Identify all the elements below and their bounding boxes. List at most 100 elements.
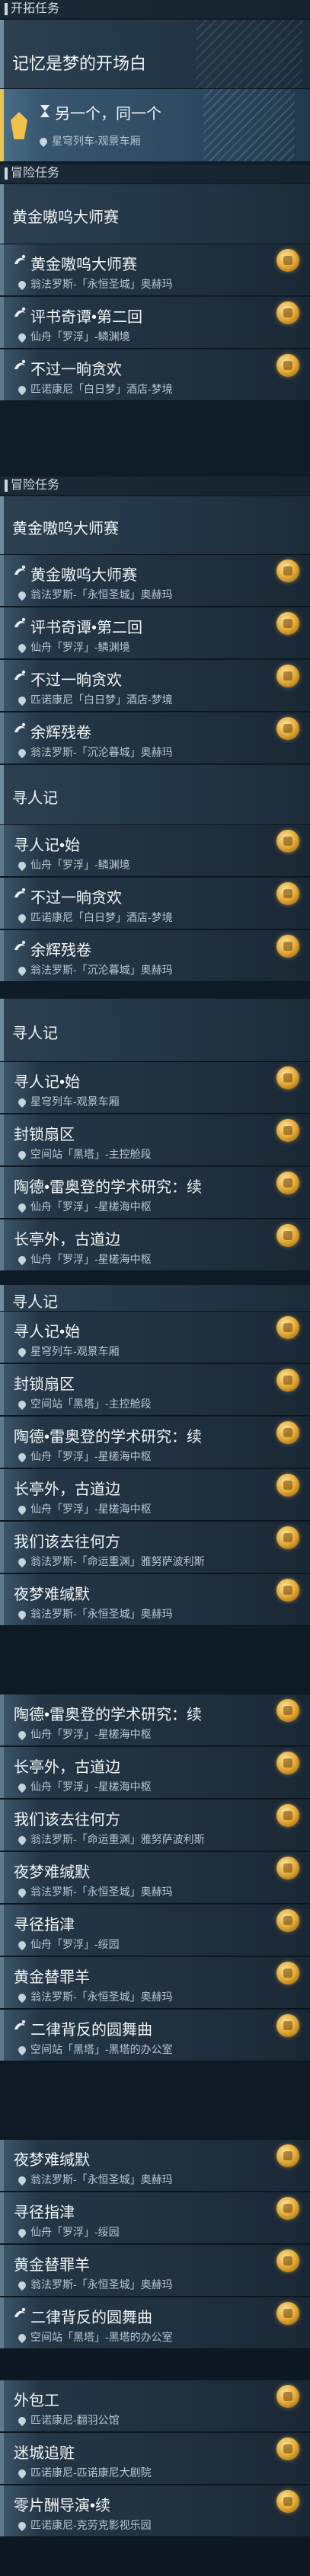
quest-card[interactable]: 封锁扇区 空间站「黑塔」-主控舱段 bbox=[0, 1364, 310, 1416]
section-header-adventure: 冒险任务 bbox=[0, 477, 310, 495]
reward-icon[interactable] bbox=[276, 2490, 299, 2513]
reward-icon[interactable] bbox=[276, 665, 299, 687]
reward-icon[interactable] bbox=[276, 2197, 299, 2220]
quest-card[interactable]: 零片酬导演•续 匹诺康尼-克劳克影视乐园 bbox=[0, 2485, 310, 2537]
reward-icon[interactable] bbox=[276, 354, 299, 377]
quest-title: 寻人记•始 bbox=[14, 837, 81, 854]
quest-card[interactable]: 陶德•雷奥登的学术研究：续 仙舟「罗浮」-星槎海中枢 bbox=[0, 1694, 310, 1746]
quest-card[interactable]: 二律背反的圆舞曲 空间站「黑塔」-黑塔的办公室 bbox=[0, 2297, 310, 2349]
quest-card[interactable]: 不过一晌贪欢 匹诺康尼「白日梦」酒店-梦境 bbox=[0, 349, 310, 401]
quest-card[interactable]: 陶德•雷奥登的学术研究：续 仙舟「罗浮」-星槎海中枢 bbox=[0, 1167, 310, 1219]
quest-title: 夜梦难缄默 bbox=[14, 1586, 90, 1603]
reward-icon[interactable] bbox=[276, 830, 299, 853]
reward-icon[interactable] bbox=[276, 1369, 299, 1392]
location-pin-icon bbox=[16, 1834, 28, 1846]
reward-icon[interactable] bbox=[276, 2385, 299, 2408]
reward-icon[interactable] bbox=[276, 1421, 299, 1444]
reward-icon[interactable] bbox=[276, 882, 299, 905]
quest-title: 封锁扇区 bbox=[14, 1127, 75, 1143]
reward-icon[interactable] bbox=[276, 2144, 299, 2167]
reward-icon[interactable] bbox=[276, 1804, 299, 1827]
quest-card[interactable]: 寻人记•始 仙舟「罗浮」-鳞渊境 bbox=[0, 825, 310, 877]
quest-card[interactable]: 迷城追赃 匹诺康尼-匹诺康尼大剧院 bbox=[0, 2433, 310, 2485]
quest-card[interactable]: 寻径指津 仙舟「罗浮」-绥园 bbox=[0, 2192, 310, 2244]
reward-icon[interactable] bbox=[276, 2302, 299, 2325]
reward-icon[interactable] bbox=[276, 2249, 299, 2272]
quest-card[interactable]: 封锁扇区 空间站「黑塔」-主控舱段 bbox=[0, 1114, 310, 1166]
reward-icon[interactable] bbox=[276, 1474, 299, 1497]
quest-card[interactable]: 长亭外，古道边 仙舟「罗浮」-星槎海中枢 bbox=[0, 1747, 310, 1799]
quest-card[interactable]: 寻人记•始 星穹列车-观景车厢 bbox=[0, 1312, 310, 1363]
quest-card[interactable]: 评书奇谭•第二回 仙舟「罗浮」-鳞渊境 bbox=[0, 297, 310, 349]
reward-icon[interactable] bbox=[276, 1066, 299, 1089]
quest-card[interactable]: 陶德•雷奥登的学术研究：续 仙舟「罗浮」-星槎海中枢 bbox=[0, 1417, 310, 1468]
quest-location: 翁法罗斯-「永恒圣城」奥赫玛 bbox=[16, 2172, 173, 2187]
reward-icon[interactable] bbox=[276, 301, 299, 324]
quest-card[interactable]: 黄金嗷呜大师赛 翁法罗斯-「永恒圣城」奥赫玛 bbox=[0, 555, 310, 607]
quest-card[interactable]: 夜梦难缄默 翁法罗斯-「永恒圣城」奥赫玛 bbox=[0, 1852, 310, 1904]
quest-card[interactable]: 二律背反的圆舞曲 空间站「黑塔」-黑塔的办公室 bbox=[0, 2010, 310, 2061]
quest-title: 评书奇谭•第二回 bbox=[30, 309, 143, 326]
location-pin-icon bbox=[16, 1886, 28, 1899]
quest-card[interactable]: 不过一晌贪欢 匹诺康尼「白日梦」酒店-梦境 bbox=[0, 660, 310, 712]
reward-icon[interactable] bbox=[276, 1224, 299, 1247]
quest-title: 封锁扇区 bbox=[14, 1376, 75, 1393]
location-pin-icon bbox=[16, 1729, 28, 1741]
reward-icon[interactable] bbox=[276, 2014, 299, 2037]
reward-icon[interactable] bbox=[276, 1316, 299, 1339]
quest-card[interactable]: 夜梦难缄默翁法罗斯-「永恒圣城」奥赫玛 bbox=[0, 1574, 310, 1626]
reward-icon[interactable] bbox=[276, 1119, 299, 1142]
reward-icon[interactable] bbox=[276, 249, 299, 272]
quest-card[interactable]: 寻径指津 仙舟「罗浮」-绥园 bbox=[0, 1905, 310, 1956]
reward-icon[interactable] bbox=[276, 1172, 299, 1194]
quest-group-header[interactable]: 黄金嗷呜大师赛 bbox=[0, 496, 310, 555]
section-header-trailblaze: 开拓任务 bbox=[0, 0, 310, 18]
quest-group-header[interactable]: 黄金嗷呜大师赛 bbox=[0, 184, 310, 244]
quest-card[interactable]: 我们该去往何方 翁法罗斯-「命运重渊」雅努萨波利斯 bbox=[0, 1800, 310, 1851]
trailblaze-quest-card[interactable]: 另一个，同一个 星穹列车-观景车厢 bbox=[0, 89, 310, 162]
quest-title: 长亭外，古道边 bbox=[14, 1759, 120, 1776]
reward-icon[interactable] bbox=[276, 717, 299, 740]
quest-title: 黄金嗷呜大师赛 bbox=[30, 567, 137, 584]
quest-card[interactable]: 余辉残卷 翁法罗斯-「沉沦暮城」奥赫玛 bbox=[0, 713, 310, 764]
quest-group-header[interactable]: 寻人记 bbox=[0, 999, 310, 1062]
quest-card[interactable]: 长亭外，古道边 仙舟「罗浮」-星槎海中枢 bbox=[0, 1469, 310, 1521]
quest-card[interactable]: 评书奇谭•第二回 仙舟「罗浮」-鳞渊境 bbox=[0, 607, 310, 659]
reward-icon[interactable] bbox=[276, 1752, 299, 1774]
reward-icon[interactable] bbox=[276, 560, 299, 582]
quest-card[interactable]: 外包工 匹诺康尼-翻羽公馆 bbox=[0, 2380, 310, 2432]
quest-card[interactable]: 长亭外，古道边 仙舟「罗浮」-星槎海中枢 bbox=[0, 1219, 310, 1271]
quest-card[interactable]: 黄金替罪羊 翁法罗斯-「永恒圣城」奥赫玛 bbox=[0, 1957, 310, 2009]
reward-icon[interactable] bbox=[276, 1579, 299, 1602]
reward-icon[interactable] bbox=[276, 1857, 299, 1879]
reward-icon[interactable] bbox=[276, 1526, 299, 1549]
location-pin-icon bbox=[16, 384, 28, 396]
quest-location: 仙舟「罗浮」-星槎海中枢 bbox=[16, 1449, 152, 1464]
location-pin-icon bbox=[16, 2332, 28, 2344]
location-pin-icon bbox=[16, 859, 28, 872]
quest-card[interactable]: 寻人记•始 星穹列车-观景车厢 bbox=[0, 1062, 310, 1114]
quest-card[interactable]: 我们该去往何方 翁法罗斯-「命运重渊」雅努萨波利斯 bbox=[0, 1522, 310, 1573]
quest-title: 二律背反的圆舞曲 bbox=[30, 2022, 152, 2039]
quest-group-header[interactable]: 寻人记 bbox=[0, 1285, 310, 1312]
quest-title: 寻人记•始 bbox=[14, 1324, 81, 1341]
quest-type-icon bbox=[12, 887, 27, 902]
quest-card[interactable]: 余辉残卷 翁法罗斯-「沉沦暮城」奥赫玛 bbox=[0, 930, 310, 982]
quest-card[interactable]: 夜梦难缄默 翁法罗斯-「永恒圣城」奥赫玛 bbox=[0, 2140, 310, 2192]
quest-location: 翁法罗斯-「永恒圣城」奥赫玛 bbox=[16, 1606, 173, 1621]
quest-type-icon bbox=[12, 2307, 27, 2322]
quest-card[interactable]: 不过一晌贪欢 匹诺康尼「白日梦」酒店-梦境 bbox=[0, 878, 310, 929]
quest-type-icon bbox=[12, 2019, 27, 2034]
reward-icon[interactable] bbox=[276, 1909, 299, 1932]
trailblaze-chapter[interactable]: 记忆是梦的开场白 bbox=[0, 20, 310, 89]
reward-icon[interactable] bbox=[276, 935, 299, 958]
quest-title: 另一个，同一个 bbox=[55, 106, 161, 123]
quest-location: 翁法罗斯-「永恒圣城」奥赫玛 bbox=[16, 2277, 173, 2292]
quest-group-header[interactable]: 寻人记 bbox=[0, 765, 310, 825]
quest-card[interactable]: 黄金嗷呜大师赛 翁法罗斯-「永恒圣城」奥赫玛 bbox=[0, 244, 310, 296]
reward-icon[interactable] bbox=[276, 1962, 299, 1985]
reward-icon[interactable] bbox=[276, 2437, 299, 2460]
reward-icon[interactable] bbox=[276, 612, 299, 635]
reward-icon[interactable] bbox=[276, 1699, 299, 1722]
quest-card[interactable]: 黄金替罪羊 翁法罗斯-「永恒圣城」奥赫玛 bbox=[0, 2245, 310, 2297]
